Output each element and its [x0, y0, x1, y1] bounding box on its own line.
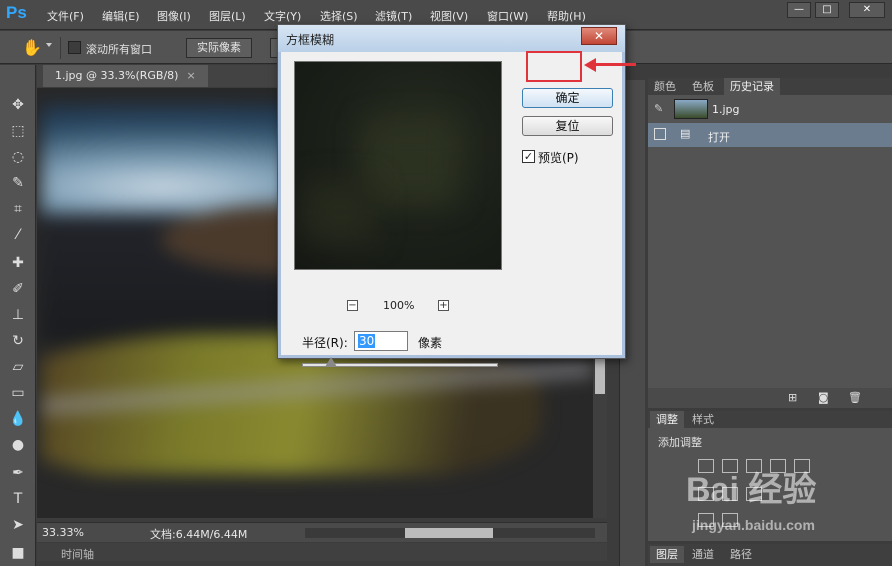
scrollbar-thumb[interactable] — [405, 528, 493, 538]
path-select-tool-icon[interactable]: ➤ — [8, 515, 28, 535]
baidu-watermark: Bai 经验 jingyan.baidu.com — [686, 462, 817, 533]
reset-button[interactable]: 复位 — [522, 116, 613, 136]
snapshot-thumbnail — [674, 99, 708, 119]
type-tool-icon[interactable]: T — [8, 489, 28, 509]
scroll-all-checkbox[interactable] — [68, 41, 81, 54]
tab-history[interactable]: 历史记录 — [724, 78, 780, 95]
menu-view[interactable]: 视图(V) — [430, 8, 468, 24]
close-tab-icon[interactable]: × — [186, 69, 195, 82]
menu-layer[interactable]: 图层(L) — [209, 8, 246, 24]
ok-button-highlight — [526, 51, 582, 82]
tab-adjustments[interactable]: 调整 — [650, 411, 684, 428]
status-bar: 33.33% 文档:6.44M/6.44M — [37, 522, 607, 542]
divider — [60, 37, 61, 59]
maximize-button[interactable]: □ — [815, 2, 839, 18]
watermark-logo: Bai 经验 — [686, 471, 817, 509]
crop-tool-icon[interactable]: ⌗ — [8, 199, 28, 219]
tab-channels[interactable]: 通道 — [686, 546, 720, 563]
zoom-level[interactable]: 33.33% — [42, 526, 84, 539]
menu-file[interactable]: 文件(F) — [47, 8, 84, 24]
tab-layers[interactable]: 图层 — [650, 546, 684, 563]
dialog-title-bar[interactable]: 方框模糊 ✕ — [278, 25, 625, 52]
actual-pixels-button[interactable]: 实际像素 — [186, 38, 252, 58]
tab-swatches[interactable]: 色板 — [686, 78, 720, 95]
history-state-label: 打开 — [708, 131, 730, 144]
timeline-label: 时间轴 — [61, 548, 94, 561]
annotation-arrow-head — [584, 58, 596, 72]
pen-tool-icon[interactable]: ✒ — [8, 463, 28, 483]
preview-label: 预览(P) — [538, 151, 579, 165]
scrollbar-thumb[interactable] — [595, 358, 605, 394]
dialog-close-button[interactable]: ✕ — [581, 27, 617, 45]
radius-unit: 像素 — [418, 336, 443, 350]
new-document-icon[interactable]: ⊞ — [788, 391, 797, 404]
tab-color[interactable]: 颜色 — [648, 78, 682, 95]
dodge-tool-icon[interactable]: ● — [8, 435, 28, 455]
history-brush-tool-icon[interactable]: ↻ — [8, 331, 28, 351]
close-window-button[interactable]: ✕ — [849, 2, 885, 18]
blur-tool-icon[interactable]: 💧 — [8, 409, 28, 429]
menu-window[interactable]: 窗口(W) — [487, 8, 528, 24]
history-source-checkbox[interactable] — [654, 128, 666, 140]
adjustments-panel-tabs: 调整 样式 — [648, 411, 892, 428]
tab-styles[interactable]: 样式 — [686, 411, 720, 428]
move-tool-icon[interactable]: ✥ — [8, 95, 28, 115]
menu-edit[interactable]: 编辑(E) — [102, 8, 140, 24]
history-panel: 颜色 色板 历史记录 ✎ 1.jpg ▤ 打开 ⊞ ◙ 🗑 — [648, 78, 892, 408]
adjustments-title: 添加调整 — [658, 436, 702, 449]
stamp-tool-icon[interactable]: ⊥ — [8, 305, 28, 325]
layers-panel: 图层 通道 路径 — [648, 544, 892, 566]
tab-paths[interactable]: 路径 — [724, 546, 758, 563]
document-icon: ▤ — [680, 127, 691, 140]
hand-icon[interactable]: ✋ — [22, 38, 42, 57]
eyedropper-tool-icon[interactable]: ⁄ — [8, 225, 28, 245]
document-tab[interactable]: 1.jpg @ 33.3%(RGB/8) × — [43, 65, 208, 87]
photoshop-window: Ps 文件(F) 编辑(E) 图像(I) 图层(L) 文字(Y) 选择(S) 滤… — [0, 0, 892, 566]
horizontal-scrollbar[interactable] — [305, 528, 595, 538]
menu-image[interactable]: 图像(I) — [157, 8, 191, 24]
brush-tool-icon[interactable]: ✐ — [8, 279, 28, 299]
minimize-button[interactable]: — — [787, 2, 811, 18]
zoom-out-button[interactable]: − — [347, 300, 358, 311]
dialog-body: − 100% + 确定 复位 ✓ 预览(P) 半径(R): 30 像素 — [282, 52, 621, 367]
quick-select-tool-icon[interactable]: ✎ — [8, 173, 28, 193]
watermark-url: jingyan.baidu.com — [692, 517, 815, 533]
timeline-panel-bar[interactable]: 时间轴 — [37, 543, 607, 561]
lasso-tool-icon[interactable]: ◌ — [8, 147, 28, 167]
snapshot-label: 1.jpg — [712, 103, 740, 116]
shape-tool-icon[interactable]: ■ — [8, 543, 28, 563]
preview-checkbox[interactable]: ✓ — [522, 150, 535, 163]
trash-icon[interactable]: 🗑 — [848, 391, 862, 404]
photoshop-logo: Ps — [6, 3, 27, 22]
marquee-tool-icon[interactable]: ⬚ — [8, 121, 28, 141]
camera-icon[interactable]: ◙ — [818, 391, 829, 404]
eraser-tool-icon[interactable]: ▱ — [8, 357, 28, 377]
gradient-tool-icon[interactable]: ▭ — [8, 383, 28, 403]
tools-panel: ✥ ⬚ ◌ ✎ ⌗ ⁄ ✚ ✐ ⊥ ↻ ▱ ▭ 💧 ● ✒ T ➤ ■ — [0, 65, 36, 566]
preview-zoom-percent: 100% — [383, 299, 415, 312]
annotation-arrow — [594, 63, 636, 66]
scroll-all-label: 滚动所有窗口 — [86, 43, 152, 56]
history-snapshot[interactable]: ✎ 1.jpg — [648, 97, 892, 121]
filter-preview[interactable] — [294, 61, 502, 270]
ok-button[interactable]: 确定 — [522, 88, 613, 108]
document-info: 文档:6.44M/6.44M — [150, 528, 248, 541]
healing-brush-tool-icon[interactable]: ✚ — [8, 253, 28, 273]
menu-type[interactable]: 文字(Y) — [264, 8, 301, 24]
radius-input[interactable]: 30 — [354, 331, 408, 351]
radius-slider-thumb[interactable] — [325, 357, 338, 367]
dialog-title: 方框模糊 — [286, 33, 335, 47]
history-panel-tabs: 颜色 色板 历史记录 — [648, 78, 892, 95]
menu-filter[interactable]: 滤镜(T) — [375, 8, 412, 24]
chevron-down-icon[interactable] — [46, 43, 52, 47]
history-panel-footer: ⊞ ◙ 🗑 — [648, 388, 892, 408]
history-state[interactable]: ▤ 打开 — [648, 123, 892, 147]
document-tab-title: 1.jpg @ 33.3%(RGB/8) — [55, 69, 179, 82]
radius-label: 半径(R): — [302, 336, 348, 350]
history-brush-source-icon[interactable]: ✎ — [654, 102, 663, 115]
radius-value: 30 — [358, 334, 376, 348]
zoom-in-button[interactable]: + — [438, 300, 449, 311]
menu-help[interactable]: 帮助(H) — [547, 8, 586, 24]
menu-select[interactable]: 选择(S) — [320, 8, 358, 24]
